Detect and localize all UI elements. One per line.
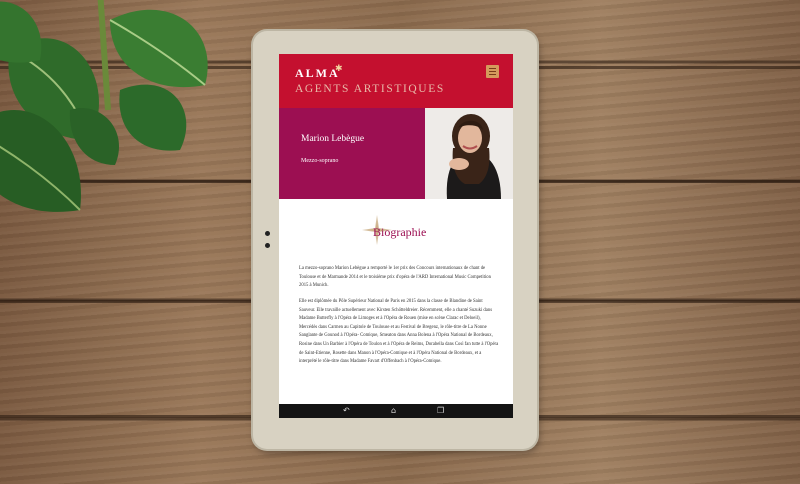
site-subtitle: AGENTS ARTISTIQUES <box>295 83 445 95</box>
logo-star-icon: ✱ <box>335 63 343 73</box>
site-logo[interactable]: ALMA <box>295 66 340 81</box>
artist-photo <box>425 108 513 199</box>
artist-voice-type: Mezzo-soprano <box>301 158 339 164</box>
biography-heading: Biographie <box>373 225 427 239</box>
artist-name: Marion Lebègue <box>301 134 365 144</box>
menu-icon[interactable] <box>486 65 499 78</box>
artist-profile-banner: Marion Lebègue Mezzo-soprano <box>279 108 425 199</box>
tablet-screen: ALMA ✱ AGENTS ARTISTIQUES Marion Lebègue… <box>279 54 513 418</box>
android-nav-bar: ↶ ⌂ ❐ <box>279 404 513 418</box>
tablet-sensor <box>265 243 270 248</box>
biography-paragraph: La mezzo-soprano Marion Lebègue a rempor… <box>299 266 491 289</box>
home-icon[interactable]: ⌂ <box>391 406 396 416</box>
plant-image <box>0 0 208 212</box>
back-icon[interactable]: ↶ <box>343 406 350 416</box>
site-header: ALMA ✱ AGENTS ARTISTIQUES <box>279 54 513 108</box>
biography-paragraph: Elle est diplômée du Pôle Supérieur Nati… <box>299 299 499 365</box>
recent-apps-icon[interactable]: ❐ <box>437 406 444 416</box>
tablet-camera <box>265 231 270 236</box>
